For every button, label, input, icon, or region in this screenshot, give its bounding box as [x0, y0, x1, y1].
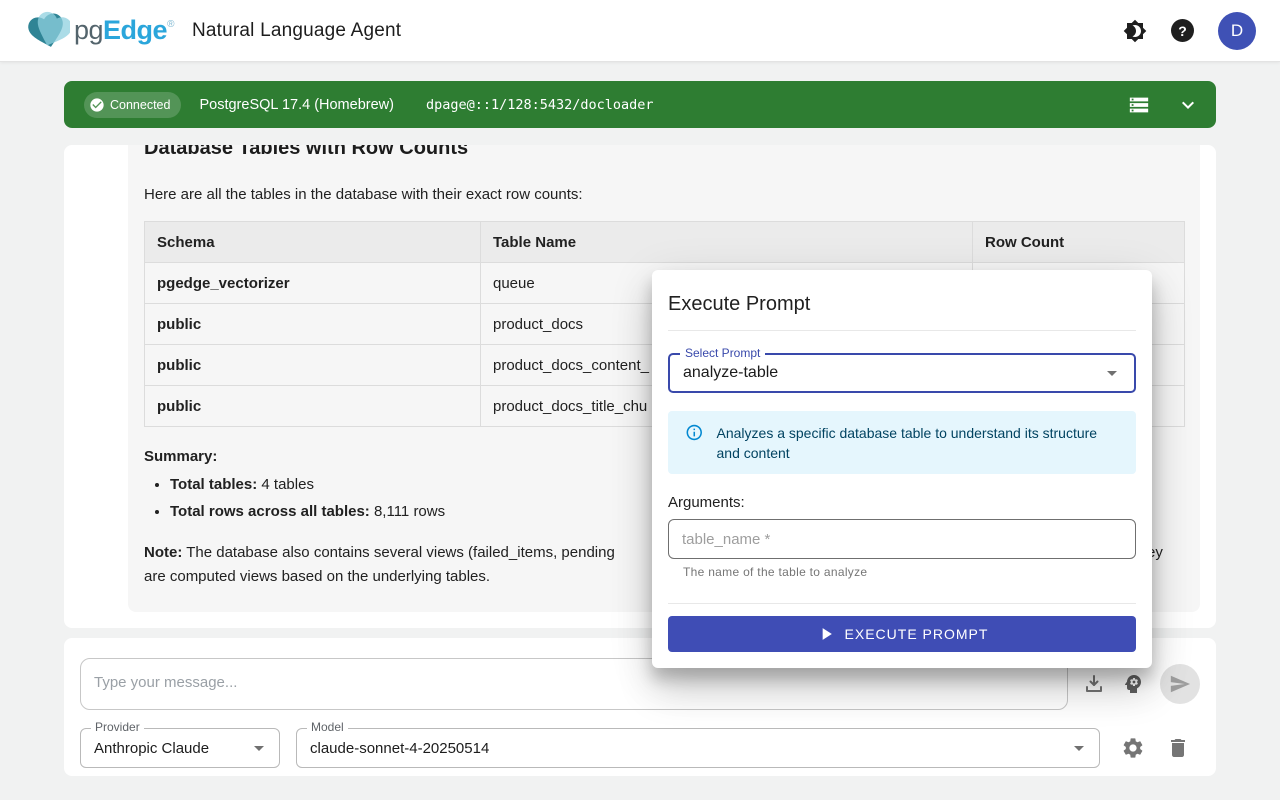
pgedge-logo: pgEdge® — [24, 10, 174, 52]
divider — [668, 330, 1136, 331]
thinking-mode-button[interactable] — [1121, 672, 1145, 696]
prompt-select[interactable]: Select Prompt analyze-table — [668, 353, 1136, 393]
message-heading: Database Tables with Row Counts — [144, 145, 1184, 162]
play-icon — [816, 624, 836, 644]
table-header-row: Schema Table Name Row Count — [145, 222, 1185, 263]
storage-list-icon — [1128, 94, 1150, 116]
psychology-icon — [1121, 672, 1145, 696]
prompt-description-alert: Analyzes a specific database table to un… — [668, 411, 1136, 474]
message-intro: Here are all the tables in the database … — [144, 184, 1184, 206]
prompt-description-text: Analyzes a specific database table to un… — [717, 422, 1120, 463]
execute-prompt-dialog: Execute Prompt Select Prompt analyze-tab… — [652, 270, 1152, 668]
connection-dsn-label: dpage@::1/128:5432/docloader — [426, 97, 654, 113]
connection-collapse-button[interactable] — [1176, 93, 1200, 117]
trash-icon — [1166, 736, 1190, 760]
dark-mode-toggle[interactable] — [1123, 19, 1147, 43]
connection-bar: Connected PostgreSQL 17.4 (Homebrew) dpa… — [64, 81, 1216, 128]
column-header-schema: Schema — [145, 222, 481, 263]
check-circle-icon — [89, 97, 105, 113]
download-icon — [1082, 672, 1106, 696]
model-select-value: claude-sonnet-4-20250514 — [310, 740, 489, 757]
dropdown-arrow-icon — [1067, 736, 1091, 760]
server-version-label: PostgreSQL 17.4 (Homebrew) — [199, 97, 394, 113]
help-button[interactable]: ? — [1171, 19, 1194, 42]
model-select-label: Model — [307, 721, 348, 734]
column-header-table-name: Table Name — [481, 222, 973, 263]
app-header: pgEdge® Natural Language Agent ? D — [0, 0, 1280, 62]
clear-chat-button[interactable] — [1166, 736, 1190, 760]
connection-status-badge: Connected — [84, 92, 181, 118]
divider — [668, 603, 1136, 604]
provider-select-value: Anthropic Claude — [94, 740, 209, 757]
connection-status-label: Connected — [110, 98, 170, 112]
dropdown-arrow-icon — [1100, 361, 1124, 385]
help-icon: ? — [1171, 19, 1194, 42]
pgedge-logo-icon — [24, 10, 70, 52]
send-button[interactable] — [1160, 664, 1200, 704]
prompt-select-label: Select Prompt — [680, 346, 765, 360]
schema-cell: public — [145, 386, 481, 427]
execute-prompt-button[interactable]: EXECUTE PROMPT — [668, 616, 1136, 652]
info-icon — [685, 422, 704, 443]
provider-select[interactable]: Provider Anthropic Claude — [80, 728, 280, 768]
dialog-title: Execute Prompt — [668, 292, 1136, 316]
dark-mode-icon — [1123, 19, 1147, 43]
chevron-down-icon — [1176, 93, 1200, 117]
user-avatar[interactable]: D — [1218, 12, 1256, 50]
prompt-select-value: analyze-table — [683, 364, 778, 382]
input-helper-text: The name of the table to analyze — [683, 565, 1136, 579]
table-name-input[interactable] — [668, 519, 1136, 559]
column-header-row-count: Row Count — [973, 222, 1185, 263]
download-chat-button[interactable] — [1082, 672, 1106, 696]
gear-icon — [1121, 736, 1145, 760]
schema-cell: public — [145, 304, 481, 345]
arguments-label: Arguments: — [668, 494, 1136, 511]
model-select[interactable]: Model claude-sonnet-4-20250514 — [296, 728, 1100, 768]
schema-cell: public — [145, 345, 481, 386]
connection-list-button[interactable] — [1128, 94, 1150, 116]
provider-select-label: Provider — [91, 721, 144, 734]
page-title: Natural Language Agent — [192, 20, 401, 42]
dropdown-arrow-icon — [247, 736, 271, 760]
pgedge-logo-text: pgEdge® — [74, 15, 174, 46]
schema-cell: pgedge_vectorizer — [145, 263, 481, 304]
send-icon — [1169, 673, 1191, 695]
settings-button[interactable] — [1121, 736, 1145, 760]
